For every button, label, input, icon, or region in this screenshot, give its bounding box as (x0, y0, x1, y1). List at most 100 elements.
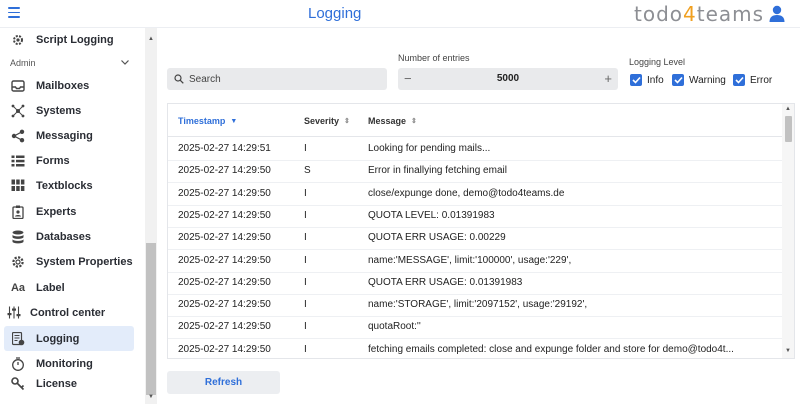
timestamp-cell: 2025-02-27 14:29:50 (178, 276, 271, 288)
sidebar-item-textblocks[interactable]: Textblocks (4, 173, 134, 198)
table-row[interactable]: 2025-02-27 14:29:50 I QUOTA LEVEL: 0.01391… (168, 205, 782, 228)
table-row[interactable]: 2025-02-27 14:29:50 S Error in finallying … (168, 160, 782, 184)
message-cell: QUOTA ERR USAGE: 0.01391983 (368, 276, 523, 288)
timestamp-cell: 2025-02-27 14:29:50 (178, 232, 271, 244)
header-timestamp[interactable]: Timestamp ▼ (178, 116, 237, 126)
table-row[interactable]: 2025-02-27 14:29:50 I QUOTA ERR USAGE: 0.0… (168, 227, 782, 251)
table-row[interactable]: 2025-02-27 14:29:50 Iclose/expunge done, … (168, 183, 782, 206)
error-checkbox[interactable]: Error (733, 74, 772, 86)
timestamp-cell: 2025-02-27 14:29:50 (178, 209, 271, 221)
top-bar: Logging todo4teams (0, 0, 800, 28)
increment-button[interactable]: + (604, 71, 612, 86)
table-row[interactable]: 2025-02-27 14:29:50 I QUOTA ERR USAGE: 0.0… (168, 272, 782, 295)
table-row[interactable]: 2025-02-27 14:29:50 Ifetching emails comp… (168, 339, 782, 358)
sidebar-item-label: Control center (30, 306, 106, 319)
sidebar-scroll-thumb[interactable] (146, 243, 156, 395)
sidebar-item-label: Experts (36, 205, 77, 218)
sidebar-scrollbar[interactable]: ▲ ▼ (145, 28, 157, 404)
sidebar-item-forms[interactable]: Forms (4, 148, 134, 173)
table-scroll-thumb[interactable] (785, 116, 792, 142)
search-placeholder: Search (189, 73, 221, 85)
sidebar: Script Logging Admin Mailboxes Systems M… (0, 28, 157, 404)
sidebar-item-label: Mailboxes (36, 79, 90, 92)
sidebar-item-messaging[interactable]: Messaging (4, 123, 134, 148)
chevron-down-icon (121, 60, 129, 65)
table-row[interactable]: 2025-02-27 14:29:50 Iname:'MESSAGE', limi… (168, 250, 782, 273)
severity-cell: I (304, 209, 307, 221)
page-title: Logging (308, 5, 362, 22)
message-cell: Error in finallying fetching email (368, 165, 507, 177)
sidebar-item-label: Script Logging (36, 33, 114, 46)
message-cell: name:'STORAGE', limit:'2097152', usage:'… (368, 299, 588, 311)
header-message[interactable]: Message ⇕ (368, 116, 417, 126)
timestamp-cell: 2025-02-27 14:29:50 (178, 165, 271, 177)
refresh-button[interactable]: Refresh (167, 371, 280, 394)
timestamp-cell: 2025-02-27 14:29:51 (178, 143, 271, 154)
scroll-down-icon[interactable]: ▼ (148, 394, 154, 400)
entries-value: 5000 (496, 73, 520, 84)
database-icon (10, 229, 26, 245)
sidebar-item-logging[interactable]: Logging (4, 326, 134, 351)
severity-cell: I (304, 254, 307, 266)
sidebar-item-label: Textblocks (36, 179, 93, 192)
severity-cell: I (304, 276, 307, 288)
table-row[interactable]: 2025-02-27 14:29:50 IquotaRoot:'' (168, 316, 782, 340)
brand-logo: todo4teams (634, 2, 765, 26)
sidebar-item-experts[interactable]: Experts (4, 199, 134, 224)
log-icon (10, 331, 26, 347)
log-table: Timestamp ▼ Severity ⇕ Message ⇕ 2025-02-27… (167, 103, 795, 359)
search-input[interactable]: Search (167, 68, 387, 90)
timestamp-cell: 2025-02-27 14:29:50 (178, 299, 271, 311)
message-cell: QUOTA ERR USAGE: 0.00229 (368, 232, 506, 244)
sidebar-section-admin[interactable]: Admin (10, 58, 130, 68)
inbox-icon (10, 78, 26, 94)
sidebar-item-script-logging[interactable]: Script Logging (4, 27, 134, 52)
key-icon (10, 376, 26, 392)
severity-cell: I (304, 321, 307, 333)
sort-desc-icon: ▼ (230, 117, 238, 125)
sidebar-item-systems[interactable]: Systems (4, 98, 134, 123)
timestamp-cell: 2025-02-27 14:29:50 (178, 187, 271, 199)
badge-icon (10, 204, 26, 220)
severity-cell: I (304, 299, 307, 311)
sidebar-item-mailboxes[interactable]: Mailboxes (4, 73, 134, 98)
warning-checkbox[interactable]: Warning (672, 74, 726, 86)
sort-icon: ⇕ (411, 118, 417, 125)
sidebar-item-label: Systems (36, 104, 82, 117)
scroll-up-icon[interactable]: ▲ (785, 106, 791, 112)
severity-cell: I (304, 232, 307, 244)
stopwatch-icon (10, 356, 26, 372)
sidebar-item-databases[interactable]: Databases (4, 224, 134, 249)
sidebar-item-control-center[interactable]: Control center (4, 300, 134, 325)
sidebar-item-label-entry[interactable]: Aa Label (4, 275, 134, 300)
table-scrollbar[interactable]: ▲ ▼ (782, 104, 794, 358)
sidebar-item-system-properties[interactable]: System Properties (4, 249, 134, 274)
severity-cell: I (304, 343, 307, 355)
table-row[interactable]: 2025-02-27 14:29:50 Iname:'STORAGE', limi… (168, 294, 782, 318)
severity-cell: I (304, 187, 307, 199)
sort-icon: ⇕ (344, 118, 350, 125)
entries-stepper[interactable]: − 5000 + (398, 68, 618, 90)
sidebar-item-label: Monitoring (36, 357, 93, 370)
severity-cell: S (304, 165, 311, 177)
scroll-down-icon[interactable]: ▼ (785, 348, 791, 354)
timestamp-cell: 2025-02-27 14:29:50 (178, 254, 271, 266)
info-checkbox[interactable]: Info (630, 74, 664, 86)
table-row[interactable]: 2025-02-27 14:29:51 I Looking for pending … (168, 138, 782, 161)
user-icon[interactable] (769, 5, 785, 22)
sidebar-item-label: System Properties (36, 255, 133, 268)
message-cell: QUOTA LEVEL: 0.01391983 (368, 209, 495, 221)
timestamp-cell: 2025-02-27 14:29:50 (178, 321, 271, 333)
scroll-up-icon[interactable]: ▲ (148, 36, 154, 42)
header-severity[interactable]: Severity ⇕ (304, 116, 350, 126)
network-icon (10, 103, 26, 119)
list-icon (10, 153, 26, 169)
gear-icon (10, 254, 26, 270)
sidebar-item-license[interactable]: License (4, 371, 134, 396)
sidebar-item-label: License (36, 377, 77, 390)
menu-icon[interactable] (8, 7, 20, 19)
timestamp-cell: 2025-02-27 14:29:50 (178, 343, 271, 355)
message-cell: name:'MESSAGE', limit:'100000', usage:'2… (368, 254, 572, 266)
message-cell: Looking for pending mails... (368, 143, 491, 154)
gear-group-icon (10, 32, 26, 48)
